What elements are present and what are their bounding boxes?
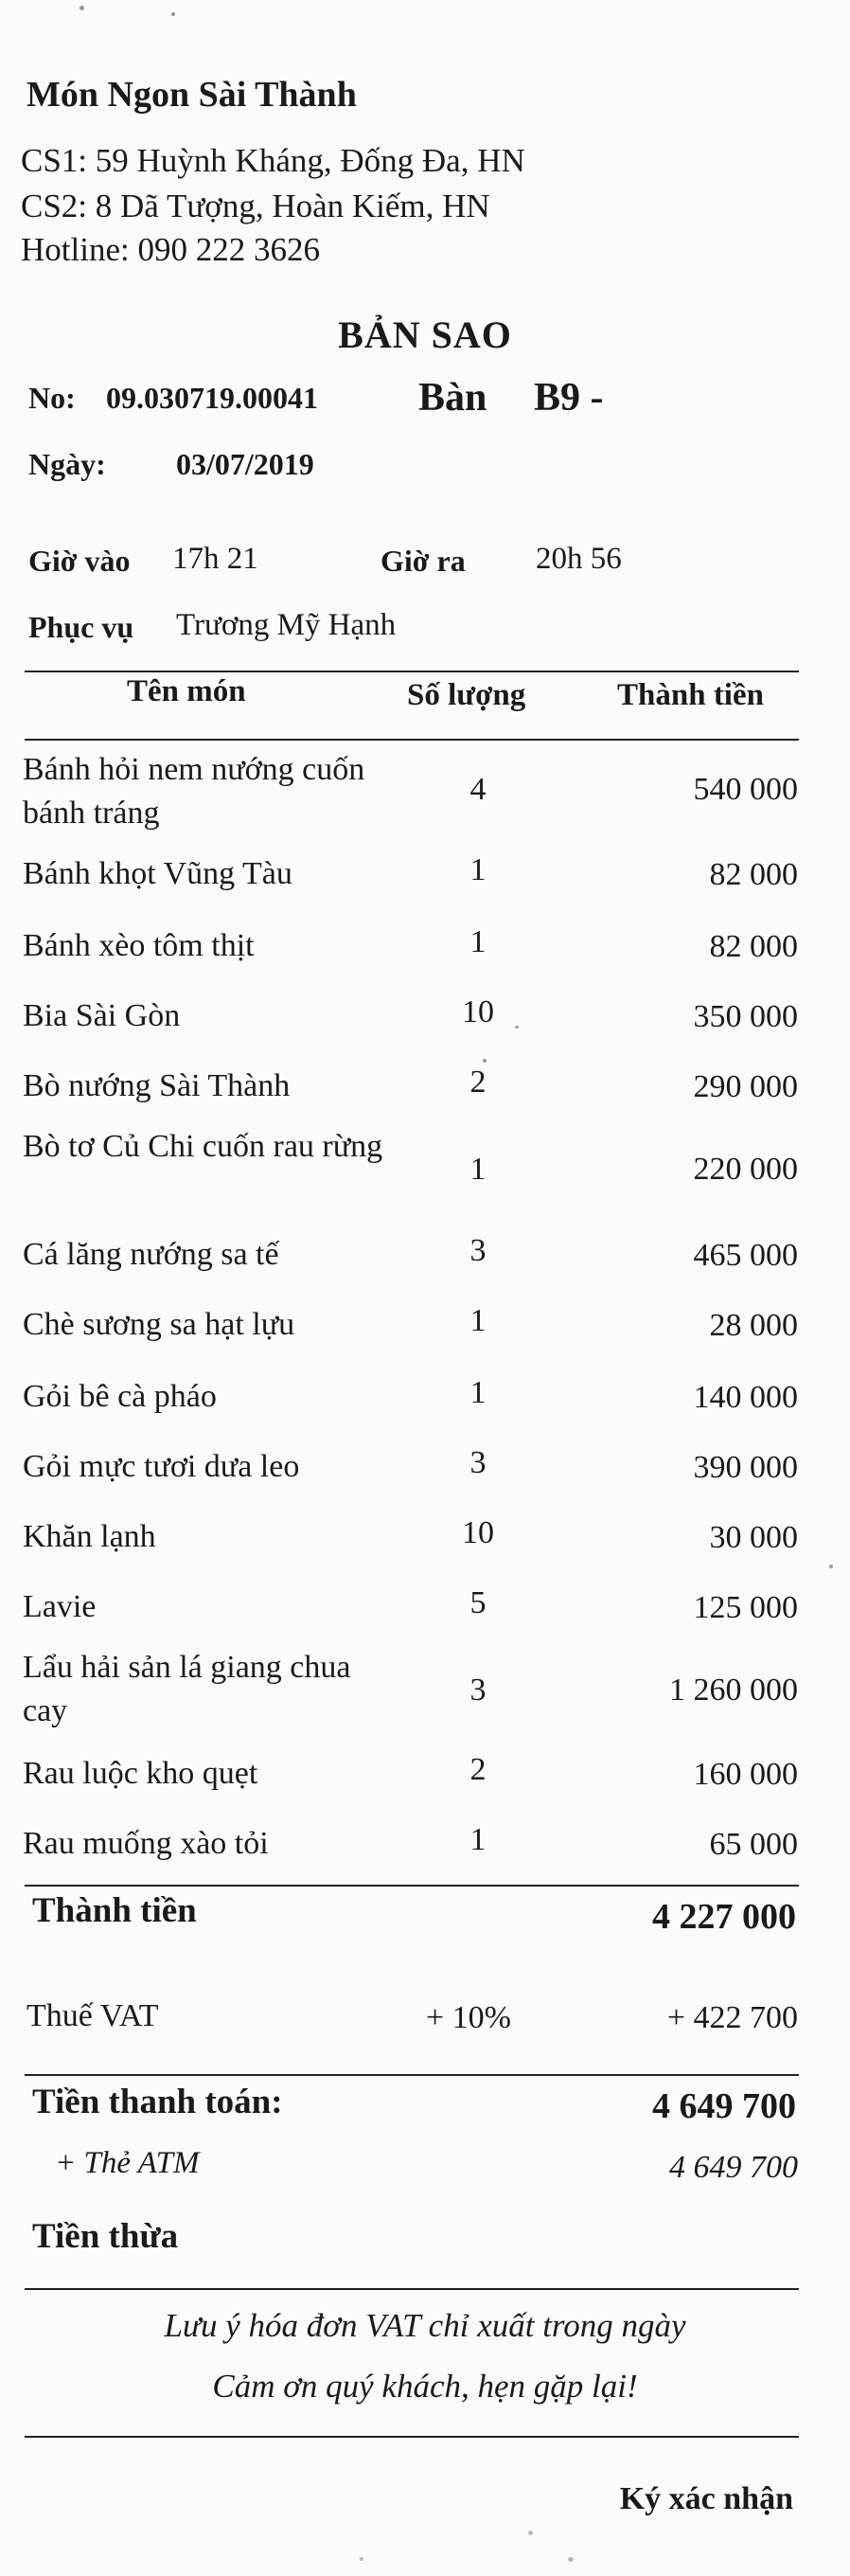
item-qty: 3 [469, 1233, 487, 1268]
item-amount: 82 000 [709, 929, 799, 964]
table-label: Bàn [418, 376, 487, 420]
item-amount: 290 000 [693, 1069, 799, 1104]
table-value: B9 - [534, 376, 604, 420]
item-amount: 82 000 [709, 857, 799, 892]
item-qty: 1 [469, 1375, 487, 1410]
time-in-value: 17h 21 [172, 542, 258, 576]
server-value: Trương Mỹ Hạnh [176, 608, 397, 642]
item-amount: 540 000 [693, 772, 799, 807]
signature-label: Ký xác nhận [619, 2481, 793, 2516]
time-out-value: 20h 56 [536, 542, 622, 576]
column-header-qty: Số lượng [407, 678, 526, 712]
item-amount: 220 000 [693, 1152, 799, 1187]
item-amount: 160 000 [693, 1757, 799, 1792]
subtotal-value: 4 227 000 [652, 1897, 796, 1937]
item-name: Chè sương sa hạt lựu [23, 1307, 295, 1342]
item-amount: 1 260 000 [669, 1673, 798, 1708]
paper-speck [568, 2557, 574, 2562]
item-amount: 28 000 [709, 1308, 799, 1343]
paper-speck [360, 2557, 363, 2561]
payment-value: 4 649 700 [652, 2086, 796, 2126]
item-qty: 1 [469, 1303, 487, 1338]
item-qty: 10 [462, 1515, 494, 1550]
payment-method-label: + Thẻ ATM [55, 2146, 200, 2180]
item-name: Gỏi mực tươi dưa leo [23, 1449, 300, 1484]
paper-speck [483, 1059, 487, 1063]
item-qty: 1 [469, 1822, 487, 1857]
item-name: Bánh xèo tôm thịt [23, 928, 255, 963]
item-name: Bia Sài Gòn [23, 998, 181, 1033]
divider [25, 671, 799, 672]
item-name: Bánh hỏi nem nướng cuốn bánh tráng [23, 752, 365, 831]
item-qty: 10 [462, 994, 494, 1029]
paper-speck [528, 2531, 533, 2535]
item-name: Bò nướng Sài Thành [23, 1068, 291, 1103]
vat-value: + 422 700 [666, 2000, 798, 2035]
item-amount: 125 000 [693, 1590, 799, 1625]
item-amount: 140 000 [693, 1380, 799, 1415]
shop-hotline: Hotline: 090 222 3626 [21, 231, 320, 268]
item-qty: 3 [469, 1445, 487, 1480]
paper-speck [80, 6, 84, 10]
change-label: Tiền thừa [32, 2217, 179, 2256]
item-amount: 65 000 [709, 1827, 799, 1862]
time-out-label: Giờ ra [381, 544, 466, 578]
document-title: BẢN SAO [338, 313, 512, 356]
time-in-label: Giờ vào [28, 544, 131, 578]
date-label: Ngày: [28, 447, 106, 481]
item-qty: 4 [469, 772, 487, 807]
divider [25, 2436, 799, 2438]
item-name: Bò tơ Củ Chi cuốn rau rừng [23, 1129, 383, 1164]
item-qty: 5 [469, 1585, 487, 1620]
vat-label: Thuế VAT [27, 1998, 159, 2033]
item-qty: 1 [469, 924, 487, 959]
item-amount: 465 000 [693, 1238, 799, 1273]
item-name: Rau muống xào tỏi [23, 1826, 269, 1861]
server-label: Phục vụ [28, 610, 134, 644]
item-name: Bánh khọt Vũng Tàu [23, 856, 292, 891]
item-amount: 30 000 [709, 1520, 799, 1555]
shop-address-2: CS2: 8 Dã Tượng, Hoàn Kiếm, HN [21, 188, 490, 224]
item-name: Khăn lạnh [23, 1519, 156, 1554]
shop-address-1: CS1: 59 Huỳnh Kháng, Đống Đa, HN [21, 142, 525, 179]
divider [25, 1885, 799, 1887]
item-qty: 2 [469, 1752, 487, 1787]
item-qty: 2 [469, 1064, 487, 1100]
divider [25, 739, 799, 741]
divider [25, 2288, 799, 2290]
receipt: Món Ngon Sài Thành CS1: 59 Huỳnh Kháng, … [0, 0, 850, 2576]
shop-name: Món Ngon Sài Thành [27, 75, 357, 115]
vat-rate: + 10% [426, 2000, 511, 2035]
date-value: 03/07/2019 [176, 447, 314, 481]
item-name: Cá lăng nướng sa tế [23, 1237, 279, 1272]
payment-method-value: 4 649 700 [669, 2150, 798, 2185]
subtotal-label: Thành tiền [32, 1891, 197, 1930]
item-name: Lẩu hải sản lá giang chua cay [23, 1650, 351, 1728]
thank-you-note: Cảm ơn quý khách, hẹn gặp lại! [212, 2368, 638, 2405]
item-name: Lavie [23, 1589, 97, 1624]
paper-speck [829, 1565, 833, 1568]
item-qty: 1 [469, 1152, 487, 1187]
item-name: Gỏi bê cà pháo [23, 1379, 217, 1414]
column-header-amount: Thành tiền [617, 678, 764, 712]
divider [25, 2074, 799, 2076]
payment-label: Tiền thanh toán: [32, 2083, 283, 2121]
item-amount: 390 000 [693, 1450, 799, 1485]
invoice-no-label: No: [28, 381, 76, 415]
paper-speck [171, 12, 175, 16]
column-header-name: Tên món [127, 674, 246, 708]
item-qty: 1 [469, 852, 487, 887]
paper-speck [515, 1026, 519, 1029]
item-name: Rau luộc kho quẹt [23, 1756, 258, 1791]
vat-note: Lưu ý hóa đơn VAT chỉ xuất trong ngày [164, 2307, 686, 2344]
invoice-no-value: 09.030719.00041 [106, 381, 318, 415]
item-amount: 350 000 [693, 999, 799, 1034]
item-qty: 3 [469, 1673, 487, 1708]
